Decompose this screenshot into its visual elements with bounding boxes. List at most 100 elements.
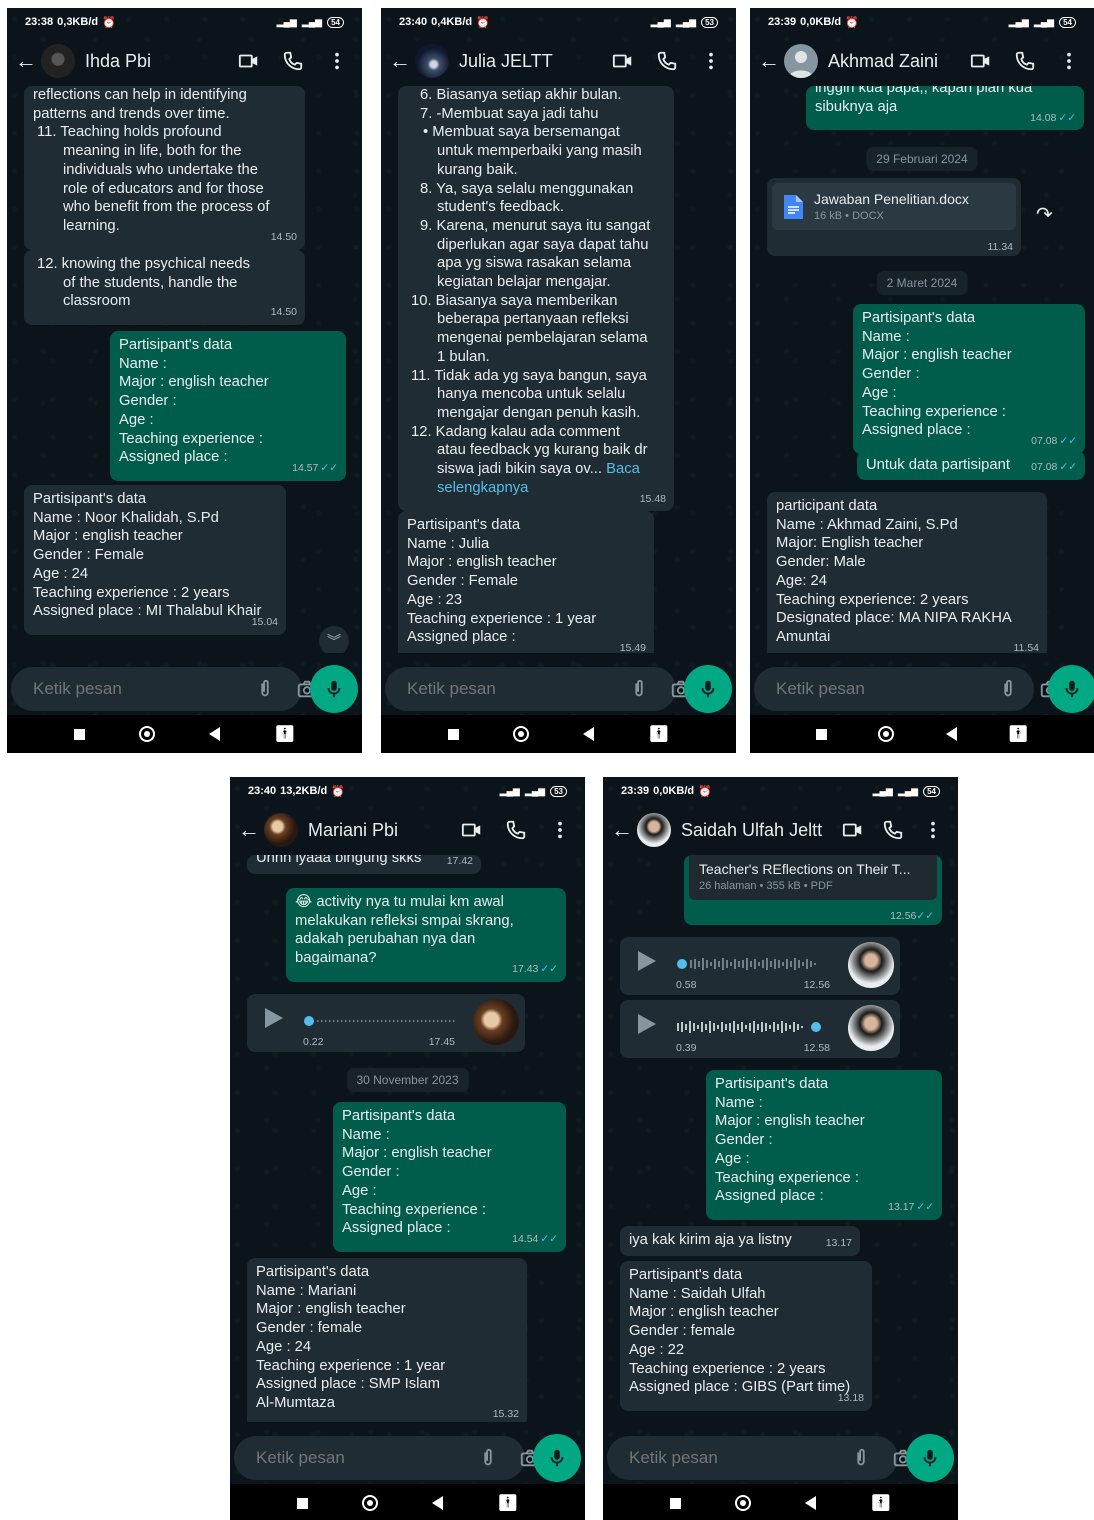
back-button[interactable] bbox=[432, 1496, 444, 1510]
video-call-icon[interactable] bbox=[970, 50, 992, 72]
contact-name[interactable]: Mariani Pbi bbox=[308, 820, 461, 841]
back-arrow-icon[interactable]: ← bbox=[758, 48, 780, 74]
play-icon[interactable] bbox=[638, 951, 656, 971]
more-menu-icon[interactable] bbox=[549, 819, 571, 841]
mic-button[interactable] bbox=[533, 1434, 581, 1482]
message-input[interactable] bbox=[407, 679, 628, 699]
mic-button[interactable] bbox=[906, 1434, 954, 1482]
accessibility-icon[interactable]: 🚹︎ bbox=[498, 1493, 518, 1513]
message-input[interactable] bbox=[33, 679, 254, 699]
more-menu-icon[interactable] bbox=[1058, 50, 1080, 72]
waveform[interactable] bbox=[303, 1012, 455, 1030]
mic-button[interactable] bbox=[1048, 665, 1094, 713]
mic-button[interactable] bbox=[684, 665, 732, 713]
message-input[interactable] bbox=[776, 679, 997, 699]
more-menu-icon[interactable] bbox=[326, 50, 348, 72]
message-incoming[interactable]: participant data Name : Akhmad Zaini, S.… bbox=[767, 492, 1047, 653]
back-button[interactable] bbox=[945, 727, 957, 741]
back-arrow-icon[interactable]: ← bbox=[15, 48, 37, 74]
message-incoming[interactable]: Partisipant's data Name : Noor Khalidah,… bbox=[24, 485, 286, 635]
voice-message[interactable]: 0.22 17.45 bbox=[247, 994, 525, 1052]
message-outgoing[interactable]: Partisipant's data Name : Major : englis… bbox=[853, 304, 1085, 454]
home-button[interactable] bbox=[362, 1495, 379, 1511]
message-input[interactable] bbox=[629, 1448, 850, 1468]
video-call-icon[interactable] bbox=[842, 819, 864, 841]
recents-button[interactable] bbox=[670, 1497, 682, 1509]
play-icon[interactable] bbox=[638, 1014, 656, 1034]
message-input[interactable] bbox=[256, 1448, 477, 1468]
attach-icon[interactable] bbox=[850, 1447, 872, 1469]
mic-button[interactable] bbox=[310, 665, 358, 713]
recents-button[interactable] bbox=[74, 728, 86, 740]
contact-name[interactable]: Akhmad Zaini bbox=[828, 51, 970, 72]
more-menu-icon[interactable] bbox=[922, 819, 944, 841]
message-incoming[interactable]: iya kak kirim aja ya listny 13.17 bbox=[620, 1226, 860, 1256]
waveform[interactable] bbox=[676, 1018, 828, 1036]
back-button[interactable] bbox=[209, 727, 221, 741]
message-list[interactable]: Teacher's REflections on Their T... 26 h… bbox=[603, 855, 958, 1422]
voice-call-icon[interactable] bbox=[505, 819, 527, 841]
home-button[interactable] bbox=[139, 726, 156, 742]
voice-call-icon[interactable] bbox=[1014, 50, 1036, 72]
contact-name[interactable]: Saidah Ulfah Jeltt bbox=[681, 820, 842, 841]
voice-call-icon[interactable] bbox=[656, 50, 678, 72]
voice-message[interactable]: 0.58 12.56 bbox=[620, 937, 900, 995]
message-outgoing[interactable]: Partisipant's data Name : Major : englis… bbox=[110, 331, 346, 481]
default-avatar-icon[interactable] bbox=[784, 44, 818, 78]
message-outgoing[interactable]: inggih kua papa,, kapan plan kua sibukny… bbox=[806, 86, 1084, 131]
message-outgoing[interactable]: 😂 activity nya tu mulai km awal melakuka… bbox=[286, 888, 566, 982]
accessibility-icon[interactable]: 🚹︎ bbox=[871, 1493, 891, 1513]
message-incoming[interactable]: 6. Biasanya setiap akhir bulan. 7. -Memb… bbox=[398, 86, 674, 512]
attach-icon[interactable] bbox=[628, 678, 650, 700]
accessibility-icon[interactable]: 🚹︎ bbox=[649, 724, 669, 744]
document-message[interactable]: Jawaban Penelitian.docx 16 kB • DOCX 11.… bbox=[767, 178, 1021, 256]
message-outgoing[interactable]: Partisipant's data Name : Major : englis… bbox=[333, 1102, 566, 1252]
video-call-icon[interactable] bbox=[612, 50, 634, 72]
message-list[interactable]: Uhhh iyaaa bingung skks 17.42 😂 activity… bbox=[230, 855, 585, 1422]
voice-message[interactable]: 0.39 12.58 bbox=[620, 1000, 900, 1058]
back-arrow-icon[interactable]: ← bbox=[611, 817, 633, 843]
contact-name[interactable]: Julia JELTT bbox=[459, 51, 612, 72]
message-list[interactable]: inggih kua papa,, kapan plan kua sibukny… bbox=[750, 86, 1094, 653]
message-outgoing[interactable]: Untuk data partisipant 07.08 ✓✓ bbox=[857, 451, 1085, 480]
recents-button[interactable] bbox=[448, 728, 460, 740]
attach-icon[interactable] bbox=[254, 678, 276, 700]
accessibility-icon[interactable]: 🚹︎ bbox=[1008, 724, 1028, 744]
recents-button[interactable] bbox=[297, 1497, 309, 1509]
recents-button[interactable] bbox=[815, 728, 827, 740]
back-arrow-icon[interactable]: ← bbox=[238, 817, 260, 843]
read-more-link[interactable]: Baca bbox=[606, 461, 640, 477]
message-incoming[interactable]: reflections can help in identifying patt… bbox=[24, 86, 305, 250]
message-incoming[interactable]: 12. knowing the psychical needs of the s… bbox=[24, 250, 305, 326]
contact-name[interactable]: Ihda Pbi bbox=[85, 51, 238, 72]
message-list[interactable]: reflections can help in identifying patt… bbox=[7, 86, 362, 653]
message-outgoing[interactable]: Partisipant's data Name : Major : englis… bbox=[706, 1070, 942, 1220]
document-message[interactable]: Teacher's REflections on Their T... 26 h… bbox=[684, 855, 942, 925]
waveform[interactable] bbox=[676, 955, 828, 973]
home-button[interactable] bbox=[513, 726, 530, 742]
back-button[interactable] bbox=[805, 1496, 817, 1510]
attach-icon[interactable] bbox=[477, 1447, 499, 1469]
message-incoming[interactable]: Partisipant's data Name : Mariani Major … bbox=[247, 1258, 527, 1422]
read-more-link[interactable]: selengkapnya bbox=[407, 479, 665, 498]
avatar[interactable] bbox=[264, 813, 298, 847]
message-incoming[interactable]: Partisipant's data Name : Julia Major : … bbox=[398, 511, 654, 653]
back-button[interactable] bbox=[583, 727, 595, 741]
message-list[interactable]: 6. Biasanya setiap akhir bulan. 7. -Memb… bbox=[381, 86, 736, 653]
voice-call-icon[interactable] bbox=[882, 819, 904, 841]
video-call-icon[interactable] bbox=[461, 819, 483, 841]
home-button[interactable] bbox=[735, 1495, 752, 1511]
message-incoming[interactable]: Uhhh iyaaa bingung skks 17.42 bbox=[247, 855, 481, 874]
video-call-icon[interactable] bbox=[238, 50, 260, 72]
avatar[interactable] bbox=[41, 44, 75, 78]
avatar[interactable] bbox=[637, 813, 671, 847]
attach-icon[interactable] bbox=[997, 678, 1019, 700]
play-icon[interactable] bbox=[265, 1008, 283, 1028]
forward-icon[interactable]: ↷ bbox=[1036, 202, 1053, 227]
message-incoming[interactable]: Partisipant's data Name : Saidah Ulfah M… bbox=[620, 1261, 872, 1411]
back-arrow-icon[interactable]: ← bbox=[389, 48, 411, 74]
avatar[interactable] bbox=[415, 44, 449, 78]
more-menu-icon[interactable] bbox=[700, 50, 722, 72]
accessibility-icon[interactable]: 🚹︎ bbox=[275, 724, 295, 744]
scroll-down-button[interactable]: ︾ bbox=[319, 626, 349, 653]
